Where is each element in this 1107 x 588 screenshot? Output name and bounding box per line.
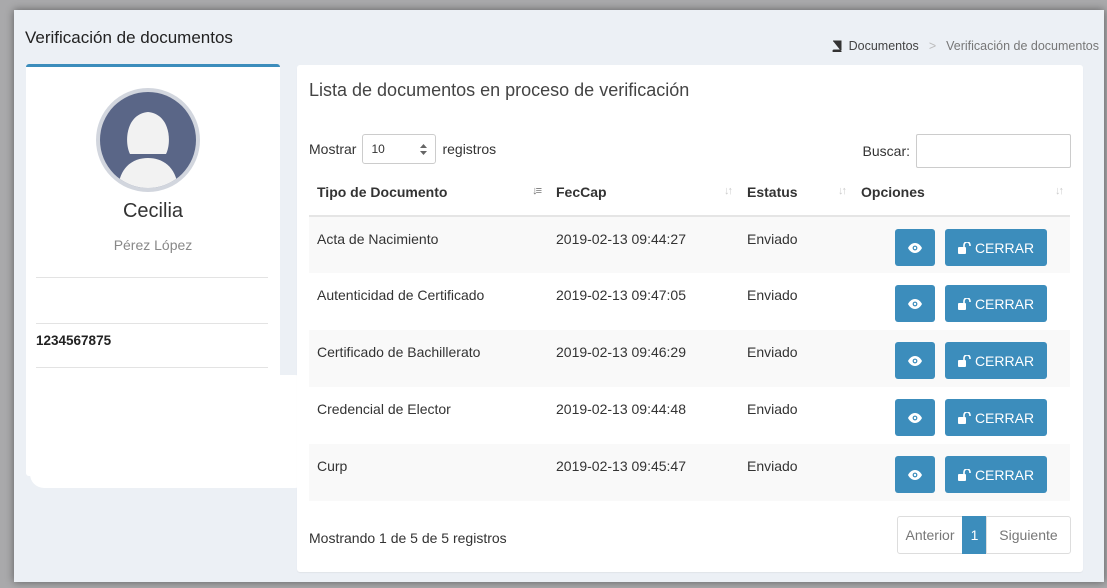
table-info: Mostrando 1 de 5 de 5 registros: [309, 530, 507, 546]
breadcrumb: Documentos > Verificación de documentos: [831, 39, 1099, 53]
table-row: Acta de Nacimiento 2019-02-13 09:44:27 E…: [309, 216, 1070, 273]
column-header-document-type[interactable]: Tipo de Documento ↓≡: [309, 169, 548, 217]
page-size-select[interactable]: 10: [362, 134, 437, 164]
cell-status: Enviado: [739, 330, 853, 387]
table-row: Curp 2019-02-13 09:45:47 Enviado CERRAR: [309, 444, 1070, 501]
close-button[interactable]: CERRAR: [945, 229, 1047, 266]
eye-icon: [908, 412, 922, 423]
breadcrumb-current: Verificación de documentos: [946, 39, 1099, 53]
cell-status: Enviado: [747, 287, 798, 303]
divider: [36, 323, 268, 324]
cell-status: Enviado: [739, 216, 853, 273]
cell-document-type: Certificado de Bachillerato: [309, 330, 548, 387]
eye-icon: [908, 469, 922, 480]
records-label: registros: [442, 141, 497, 157]
eye-icon: [908, 298, 922, 309]
profile-id-number: 1234567875: [36, 333, 112, 348]
cell-date: 2019-02-13 09:46:29: [548, 330, 739, 387]
sort-icon: ↓↑: [724, 185, 733, 197]
close-button[interactable]: CERRAR: [945, 342, 1047, 379]
cell-document-type: Credencial de Elector: [317, 401, 451, 417]
eye-icon: [908, 242, 922, 253]
sort-icon: ↓↑: [1055, 185, 1064, 197]
documents-box: Lista de documentos en proceso de verifi…: [297, 65, 1083, 572]
unlock-icon: [957, 297, 971, 310]
pagination-page-1[interactable]: 1: [962, 516, 987, 554]
book-icon: [832, 40, 842, 52]
breadcrumb-separator: >: [928, 39, 937, 53]
eye-icon: [908, 355, 922, 366]
documents-table: Tipo de Documento ↓≡ FecCap ↓↑ Estatus ↓↑ O…: [309, 169, 1070, 501]
cell-document-type: Curp: [309, 444, 548, 501]
unlock-icon: [957, 468, 971, 481]
female-user-icon: [118, 112, 178, 188]
pagination: Anterior 1 Siguiente: [897, 516, 1071, 554]
cell-date: 2019-02-13 09:45:47: [548, 444, 739, 501]
page-size-value: 10: [371, 142, 385, 156]
select-arrows-icon: [420, 143, 428, 155]
unlock-icon: [957, 411, 971, 424]
search-input[interactable]: [916, 134, 1071, 168]
divider: [36, 367, 268, 368]
cell-date: 2019-02-13 09:44:27: [548, 216, 739, 273]
search-control: Buscar:: [863, 134, 1071, 168]
table-row: Credencial de Elector 2019-02-13 09:44:4…: [309, 387, 1070, 444]
cell-document-type: Autenticidad de Certificado: [317, 287, 485, 303]
search-label: Buscar:: [862, 143, 910, 159]
unlock-icon: [957, 241, 971, 254]
view-button[interactable]: [895, 229, 935, 266]
view-button[interactable]: [895, 456, 935, 493]
view-button[interactable]: [895, 399, 935, 436]
view-button[interactable]: [895, 285, 935, 322]
close-button[interactable]: CERRAR: [945, 399, 1047, 436]
cell-status: Enviado: [739, 444, 853, 501]
pagination-next[interactable]: Siguiente: [986, 516, 1071, 554]
profile-first-name: Cecilia: [122, 200, 184, 222]
cell-date: 2019-02-13 09:44:48: [556, 401, 686, 417]
table-row: Autenticidad de Certificado 2019-02-13 0…: [309, 273, 1070, 330]
column-header-options[interactable]: Opciones ↓↑: [853, 169, 1070, 217]
close-button[interactable]: CERRAR: [945, 456, 1047, 493]
page-length-control: Mostrar 10 registros: [309, 134, 496, 164]
profile-card: Cecilia Pérez López 1234567875: [26, 64, 280, 476]
column-header-feccap[interactable]: FecCap ↓↑: [548, 169, 739, 217]
page-title: Verificación de documentos: [25, 28, 233, 47]
table-row: Certificado de Bachillerato 2019-02-13 0…: [309, 330, 1070, 387]
breadcrumb-documents-link[interactable]: Documentos: [849, 39, 919, 53]
cell-date: 2019-02-13 09:47:05: [556, 287, 686, 303]
sort-icon: ↓↑: [838, 185, 847, 197]
sort-icon: ↓≡: [532, 185, 542, 197]
cell-status: Enviado: [747, 401, 798, 417]
view-button[interactable]: [895, 342, 935, 379]
close-button[interactable]: CERRAR: [945, 285, 1047, 322]
box-title: Lista de documentos en proceso de verifi…: [309, 80, 690, 100]
divider: [36, 277, 268, 278]
profile-last-name: Pérez López: [113, 237, 193, 253]
avatar: [96, 88, 200, 192]
table-header-row: Tipo de Documento ↓≡ FecCap ↓↑ Estatus ↓↑ O…: [309, 169, 1070, 217]
unlock-icon: [957, 354, 971, 367]
cell-document-type: Acta de Nacimiento: [309, 216, 548, 273]
show-label: Mostrar: [309, 141, 357, 157]
pagination-previous[interactable]: Anterior: [897, 516, 963, 554]
column-header-status[interactable]: Estatus ↓↑: [739, 169, 853, 217]
